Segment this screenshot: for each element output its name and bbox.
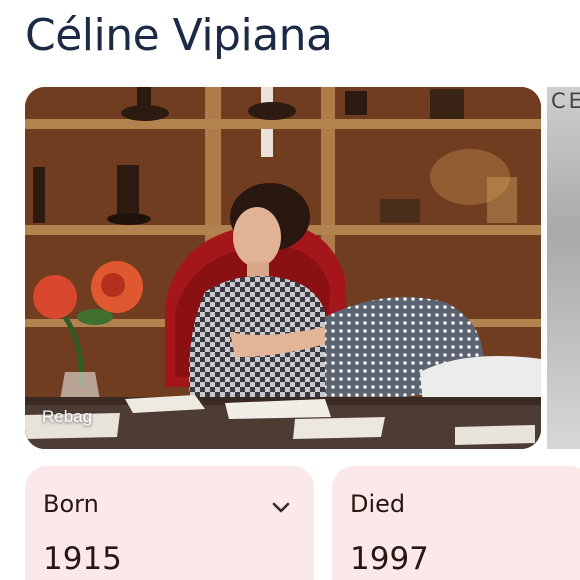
carousel-image-next[interactable]: CE xyxy=(547,87,580,449)
born-value: 1915 xyxy=(43,541,122,577)
died-fact-card[interactable]: Died 1997 xyxy=(332,466,580,580)
next-image-text: CE xyxy=(551,89,580,113)
born-label: Born xyxy=(43,490,99,518)
photo-illustration xyxy=(25,87,541,449)
died-value: 1997 xyxy=(350,541,429,577)
page-title: Céline Vipiana xyxy=(25,10,333,61)
image-source-label: Rebag xyxy=(42,407,93,426)
died-label: Died xyxy=(350,490,406,518)
carousel-image-main[interactable]: Rebag xyxy=(25,87,541,449)
chevron-down-icon[interactable] xyxy=(269,496,293,520)
born-fact-card[interactable]: Born 1915 xyxy=(25,466,314,580)
image-carousel[interactable]: Rebag CE xyxy=(25,87,580,449)
